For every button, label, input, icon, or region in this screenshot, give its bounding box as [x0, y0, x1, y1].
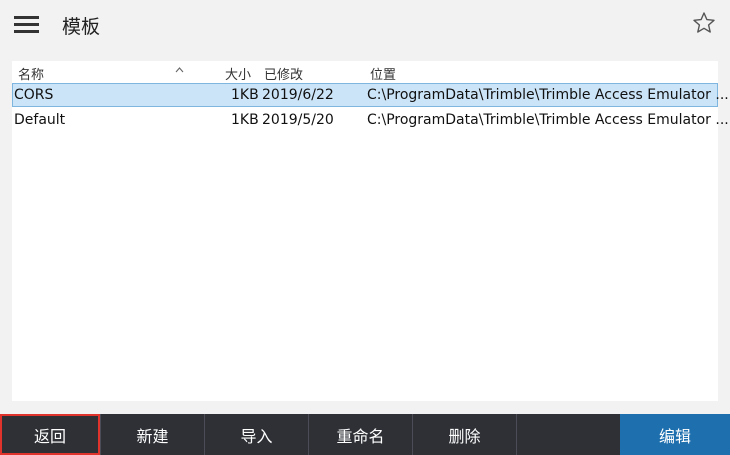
- row-modified: 2019/6/22: [262, 87, 334, 103]
- toolbar-divider: [516, 414, 517, 455]
- row-location: C:\ProgramData\Trimble\Trimble Access Em…: [367, 112, 729, 128]
- table-row[interactable]: Default 1KB 2019/5/20 C:\ProgramData\Tri…: [12, 109, 729, 133]
- row-name: CORS: [14, 87, 54, 103]
- sort-ascending-icon: [175, 67, 184, 73]
- row-size: 1KB: [231, 112, 259, 128]
- bottom-toolbar: 返回 新建 导入 重命名 删除 编辑: [0, 414, 730, 455]
- import-button[interactable]: 导入: [205, 414, 308, 455]
- app-header: 模板: [0, 0, 730, 52]
- rename-button[interactable]: 重命名: [309, 414, 412, 455]
- row-location: C:\ProgramData\Trimble\Trimble Access Em…: [367, 87, 729, 103]
- row-size: 1KB: [231, 87, 259, 103]
- page-title: 模板: [62, 16, 101, 38]
- column-header-row: 名称 大小 已修改 位置: [12, 61, 718, 83]
- row-modified: 2019/5/20: [262, 112, 334, 128]
- delete-button[interactable]: 删除: [413, 414, 516, 455]
- row-name: Default: [14, 112, 66, 128]
- hamburger-menu-icon[interactable]: [14, 15, 39, 35]
- back-button[interactable]: 返回: [0, 414, 100, 455]
- column-header-modified[interactable]: 已修改: [264, 64, 303, 83]
- table-row[interactable]: CORS 1KB 2019/6/22 C:\ProgramData\Trimbl…: [12, 83, 729, 107]
- edit-button[interactable]: 编辑: [620, 414, 730, 455]
- template-list-panel: 名称 大小 已修改 位置 CORS 1KB 2019/6/22 C:\Progr…: [12, 61, 729, 401]
- new-button[interactable]: 新建: [101, 414, 204, 455]
- column-header-name[interactable]: 名称: [18, 64, 44, 83]
- column-header-size[interactable]: 大小: [225, 64, 251, 83]
- column-header-location[interactable]: 位置: [370, 64, 396, 83]
- star-outline-icon[interactable]: [692, 11, 716, 35]
